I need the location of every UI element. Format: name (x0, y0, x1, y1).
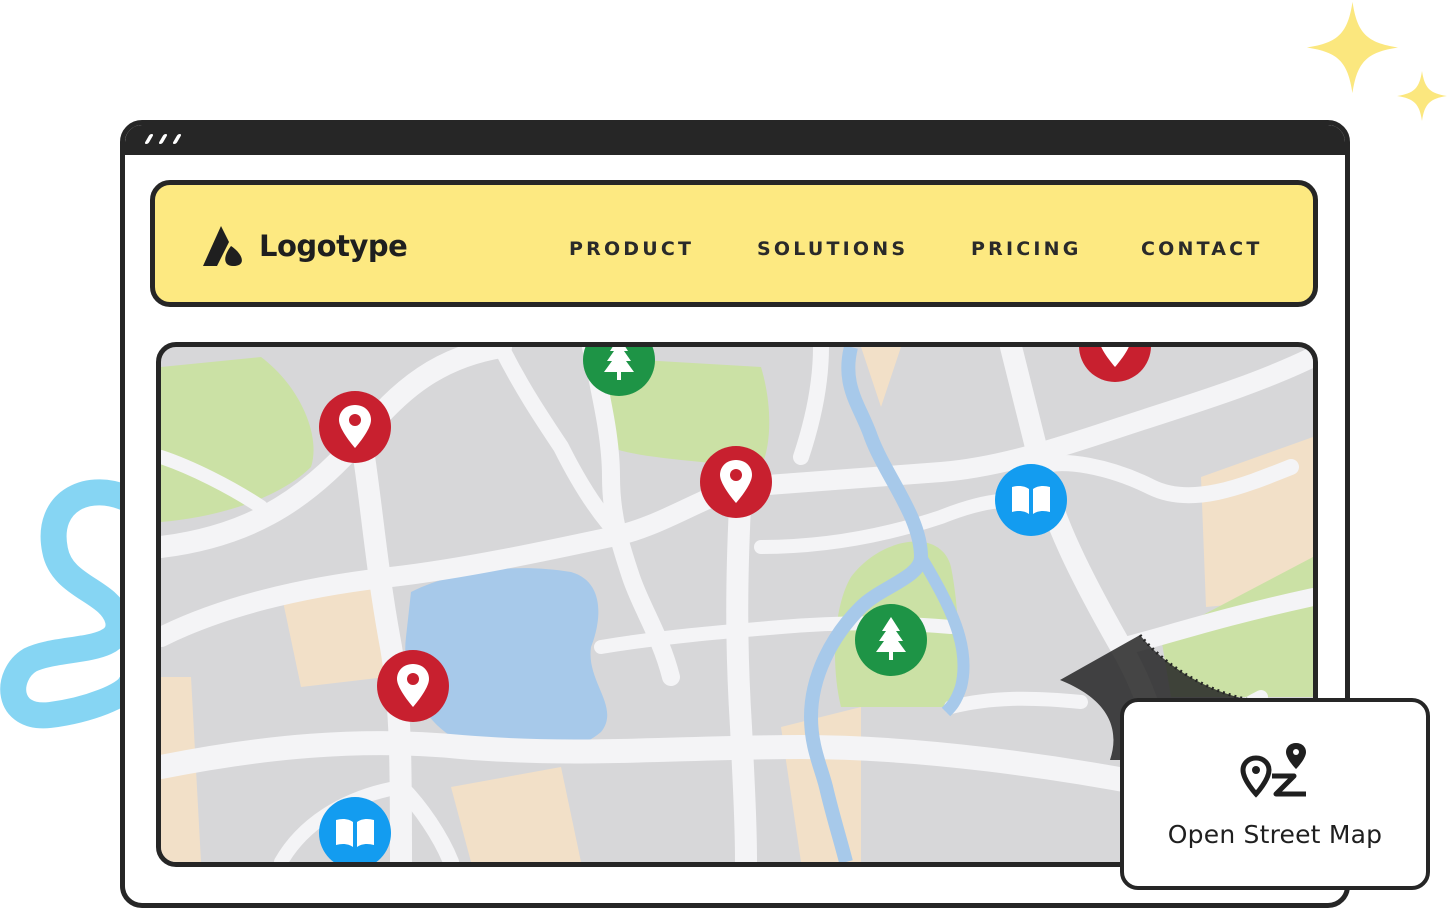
park-marker[interactable] (854, 603, 928, 677)
nav-item-pricing[interactable]: PRICING (971, 238, 1082, 260)
squiggle-decoration (0, 479, 140, 729)
park-marker[interactable] (582, 342, 656, 397)
location-pin-marker[interactable] (318, 390, 392, 464)
window-dot-icon (144, 134, 154, 144)
window-dot-icon (158, 134, 168, 144)
logo[interactable]: Logotype (203, 225, 408, 267)
sand-area (451, 767, 581, 862)
nav-item-contact[interactable]: CONTACT (1141, 238, 1263, 260)
site-navbar: Logotype PRODUCT SOLUTIONS PRICING CONTA… (150, 180, 1318, 307)
logo-text: Logotype (259, 229, 408, 263)
open-street-map-card[interactable]: Open Street Map (1120, 698, 1430, 890)
library-marker[interactable] (318, 796, 392, 867)
nav-item-product[interactable]: PRODUCT (569, 238, 694, 260)
route-icon (1240, 743, 1306, 798)
card-label: Open Street Map (1167, 820, 1383, 849)
sparkle-large-icon (1306, 1, 1399, 94)
window-dot-icon (172, 134, 182, 144)
window-titlebar (125, 125, 1345, 155)
library-marker[interactable] (994, 463, 1068, 537)
sand-area (861, 347, 901, 407)
location-pin-marker[interactable] (376, 649, 450, 723)
location-pin-marker[interactable] (1078, 342, 1152, 383)
nav-item-solutions[interactable]: SOLUTIONS (757, 238, 908, 260)
location-pin-marker[interactable] (699, 445, 773, 519)
logo-mark-icon (203, 226, 242, 266)
sparkle-small-icon (1397, 71, 1447, 121)
